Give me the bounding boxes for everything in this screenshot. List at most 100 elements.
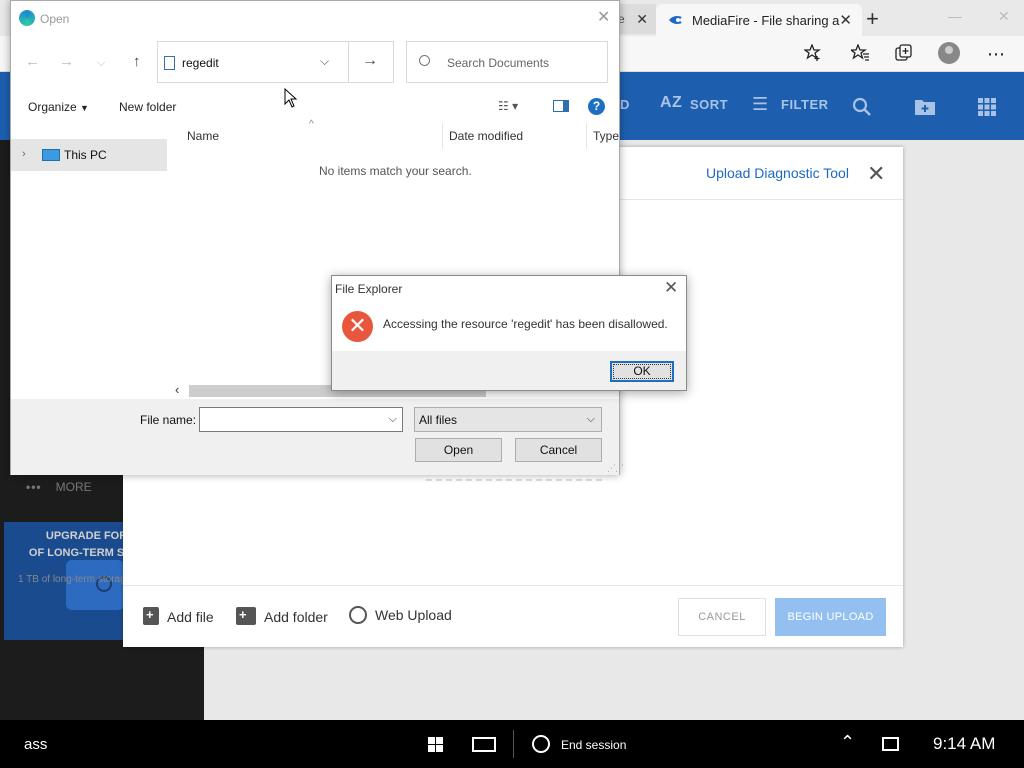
resize-grip-icon[interactable]: ⋰⋰ (607, 463, 624, 474)
nav-item-label: This PC (64, 148, 107, 162)
profile-avatar[interactable] (938, 42, 960, 64)
upload-diagnostic-link[interactable]: Upload Diagnostic Tool (706, 165, 849, 181)
close-icon[interactable]: ✕ (867, 161, 885, 187)
search-box[interactable]: Search Documents (406, 41, 608, 83)
tab-title: MediaFire - File sharing a (692, 13, 840, 28)
minimize-icon[interactable]: — (948, 8, 962, 24)
column-name[interactable]: Name (187, 129, 219, 143)
back-arrow-icon[interactable]: ← (25, 53, 40, 70)
upload-cancel-button[interactable]: CANCEL (678, 598, 766, 636)
dropdown-triangle-icon: ▼ (80, 103, 89, 113)
search-icon (419, 55, 430, 66)
navigation-pane: › This PC (11, 123, 167, 398)
forward-arrow-icon[interactable]: → (59, 53, 74, 70)
search-icon[interactable] (852, 97, 872, 117)
open-button[interactable]: Open (415, 438, 502, 462)
column-date-modified[interactable]: Date modified (449, 129, 523, 143)
column-divider[interactable] (442, 123, 443, 149)
upload-label-fragment[interactable]: D (620, 97, 630, 112)
file-name-label: File name: (140, 413, 197, 427)
open-file-dialog: Open ✕ ← → ⌵ ↑ regedit ⌵ → Search Docume… (10, 0, 624, 475)
filter-icon[interactable]: ☰ (752, 94, 768, 115)
go-arrow-icon[interactable]: → (362, 52, 378, 70)
column-divider[interactable] (586, 123, 587, 149)
collections-icon[interactable] (895, 44, 913, 62)
file-type-select[interactable]: All files ⌵ (414, 407, 602, 432)
tab-mediafire[interactable]: MediaFire - File sharing a ✕ (656, 4, 862, 36)
taskbar-divider (513, 730, 514, 758)
help-icon[interactable]: ? (588, 98, 605, 115)
notifications-icon[interactable] (882, 737, 899, 751)
computer-icon (42, 149, 60, 161)
file-explorer-error-dialog: File Explorer ✕ ✕ Accessing the resource… (331, 275, 687, 391)
column-type[interactable]: Type (593, 129, 619, 143)
add-file-label: Add file (167, 609, 214, 625)
close-icon[interactable]: ✕ (636, 11, 648, 28)
safe-icon (66, 560, 124, 610)
chevron-down-icon[interactable]: ⌵ (587, 413, 595, 426)
taskbar: ass End session ⌃ 9:14 AM (0, 720, 1024, 768)
filter-button[interactable]: FILTER (781, 97, 829, 112)
chevron-down-icon[interactable]: ⌵ (389, 413, 397, 426)
clock[interactable]: 9:14 AM (933, 734, 995, 754)
upload-dialog-footer: Add file Add folder Web Upload CANCEL BE… (123, 585, 903, 647)
file-name-input[interactable]: ⌵ (199, 407, 403, 432)
change-view-icon[interactable]: ☷ ▾ (498, 99, 518, 113)
error-message: Accessing the resource 'regedit' has bee… (383, 317, 668, 331)
recent-locations-chevron-icon[interactable]: ⌵ (97, 57, 105, 70)
sort-az-icon[interactable]: AZ (660, 94, 682, 112)
empty-message: No items match your search. (319, 164, 472, 178)
up-arrow-icon[interactable]: ↑ (133, 53, 141, 70)
nav-item-this-pc[interactable]: › This PC (11, 139, 167, 171)
more-options-icon[interactable]: ⋯ (987, 44, 1005, 65)
add-file-button[interactable]: Add file (143, 607, 214, 625)
mediafire-logo-icon (669, 16, 682, 24)
organize-label: Organize (28, 100, 77, 114)
mediafire-sidebar-extension (124, 646, 204, 720)
file-type-value: All files (419, 413, 458, 427)
new-folder-icon[interactable] (914, 98, 936, 116)
globe-icon (349, 606, 367, 624)
cancel-button[interactable]: Cancel (515, 438, 602, 462)
begin-upload-button[interactable]: BEGIN UPLOAD (775, 598, 886, 636)
show-hidden-icons-chevron-icon[interactable]: ⌃ (840, 732, 855, 753)
add-folder-label: Add folder (264, 609, 328, 625)
new-folder-button[interactable]: New folder (119, 100, 176, 114)
error-icon: ✕ (342, 311, 373, 342)
end-session-button[interactable]: End session (561, 738, 626, 752)
close-icon[interactable]: ✕ (597, 7, 610, 27)
web-upload-label: Web Upload (375, 607, 452, 623)
organize-menu[interactable]: Organize ▼ (28, 100, 89, 114)
error-dialog-title: File Explorer (335, 282, 403, 296)
favorites-icon[interactable] (851, 44, 869, 62)
ok-button[interactable]: OK (610, 361, 674, 382)
preview-pane-icon[interactable] (553, 100, 569, 112)
chevron-right-icon[interactable]: › (22, 148, 26, 160)
path-value[interactable]: regedit (182, 56, 219, 70)
add-folder-icon (236, 607, 256, 625)
path-field[interactable]: regedit ⌵ → (157, 41, 394, 83)
more-label: MORE (55, 480, 92, 494)
search-placeholder[interactable]: Search Documents (447, 56, 549, 70)
column-headers: ^ Name Date modified Type (177, 119, 619, 149)
check-circle-icon[interactable] (532, 735, 550, 753)
document-icon (164, 56, 175, 70)
task-view-icon[interactable] (472, 737, 496, 752)
windows-start-icon[interactable] (428, 737, 443, 752)
close-icon[interactable]: ✕ (839, 11, 852, 29)
sort-arrow-icon: ^ (309, 119, 314, 130)
close-icon[interactable]: ✕ (664, 278, 678, 298)
new-tab-icon[interactable]: + (866, 6, 879, 32)
mouse-cursor-icon (284, 88, 298, 108)
divider (348, 42, 349, 82)
more-menu[interactable]: ••• MORE (26, 480, 92, 494)
sort-button[interactable]: SORT (690, 97, 728, 112)
close-window-icon[interactable]: ✕ (998, 8, 1010, 25)
scroll-left-icon[interactable]: ‹ (175, 382, 179, 397)
chevron-down-icon[interactable]: ⌵ (320, 54, 329, 69)
web-upload-button[interactable]: Web Upload (349, 606, 452, 624)
grid-view-icon[interactable] (978, 98, 996, 116)
add-favorite-icon[interactable] (804, 44, 822, 62)
add-folder-button[interactable]: Add folder (236, 607, 328, 625)
open-dialog-titlebar: Open ✕ (11, 1, 619, 35)
